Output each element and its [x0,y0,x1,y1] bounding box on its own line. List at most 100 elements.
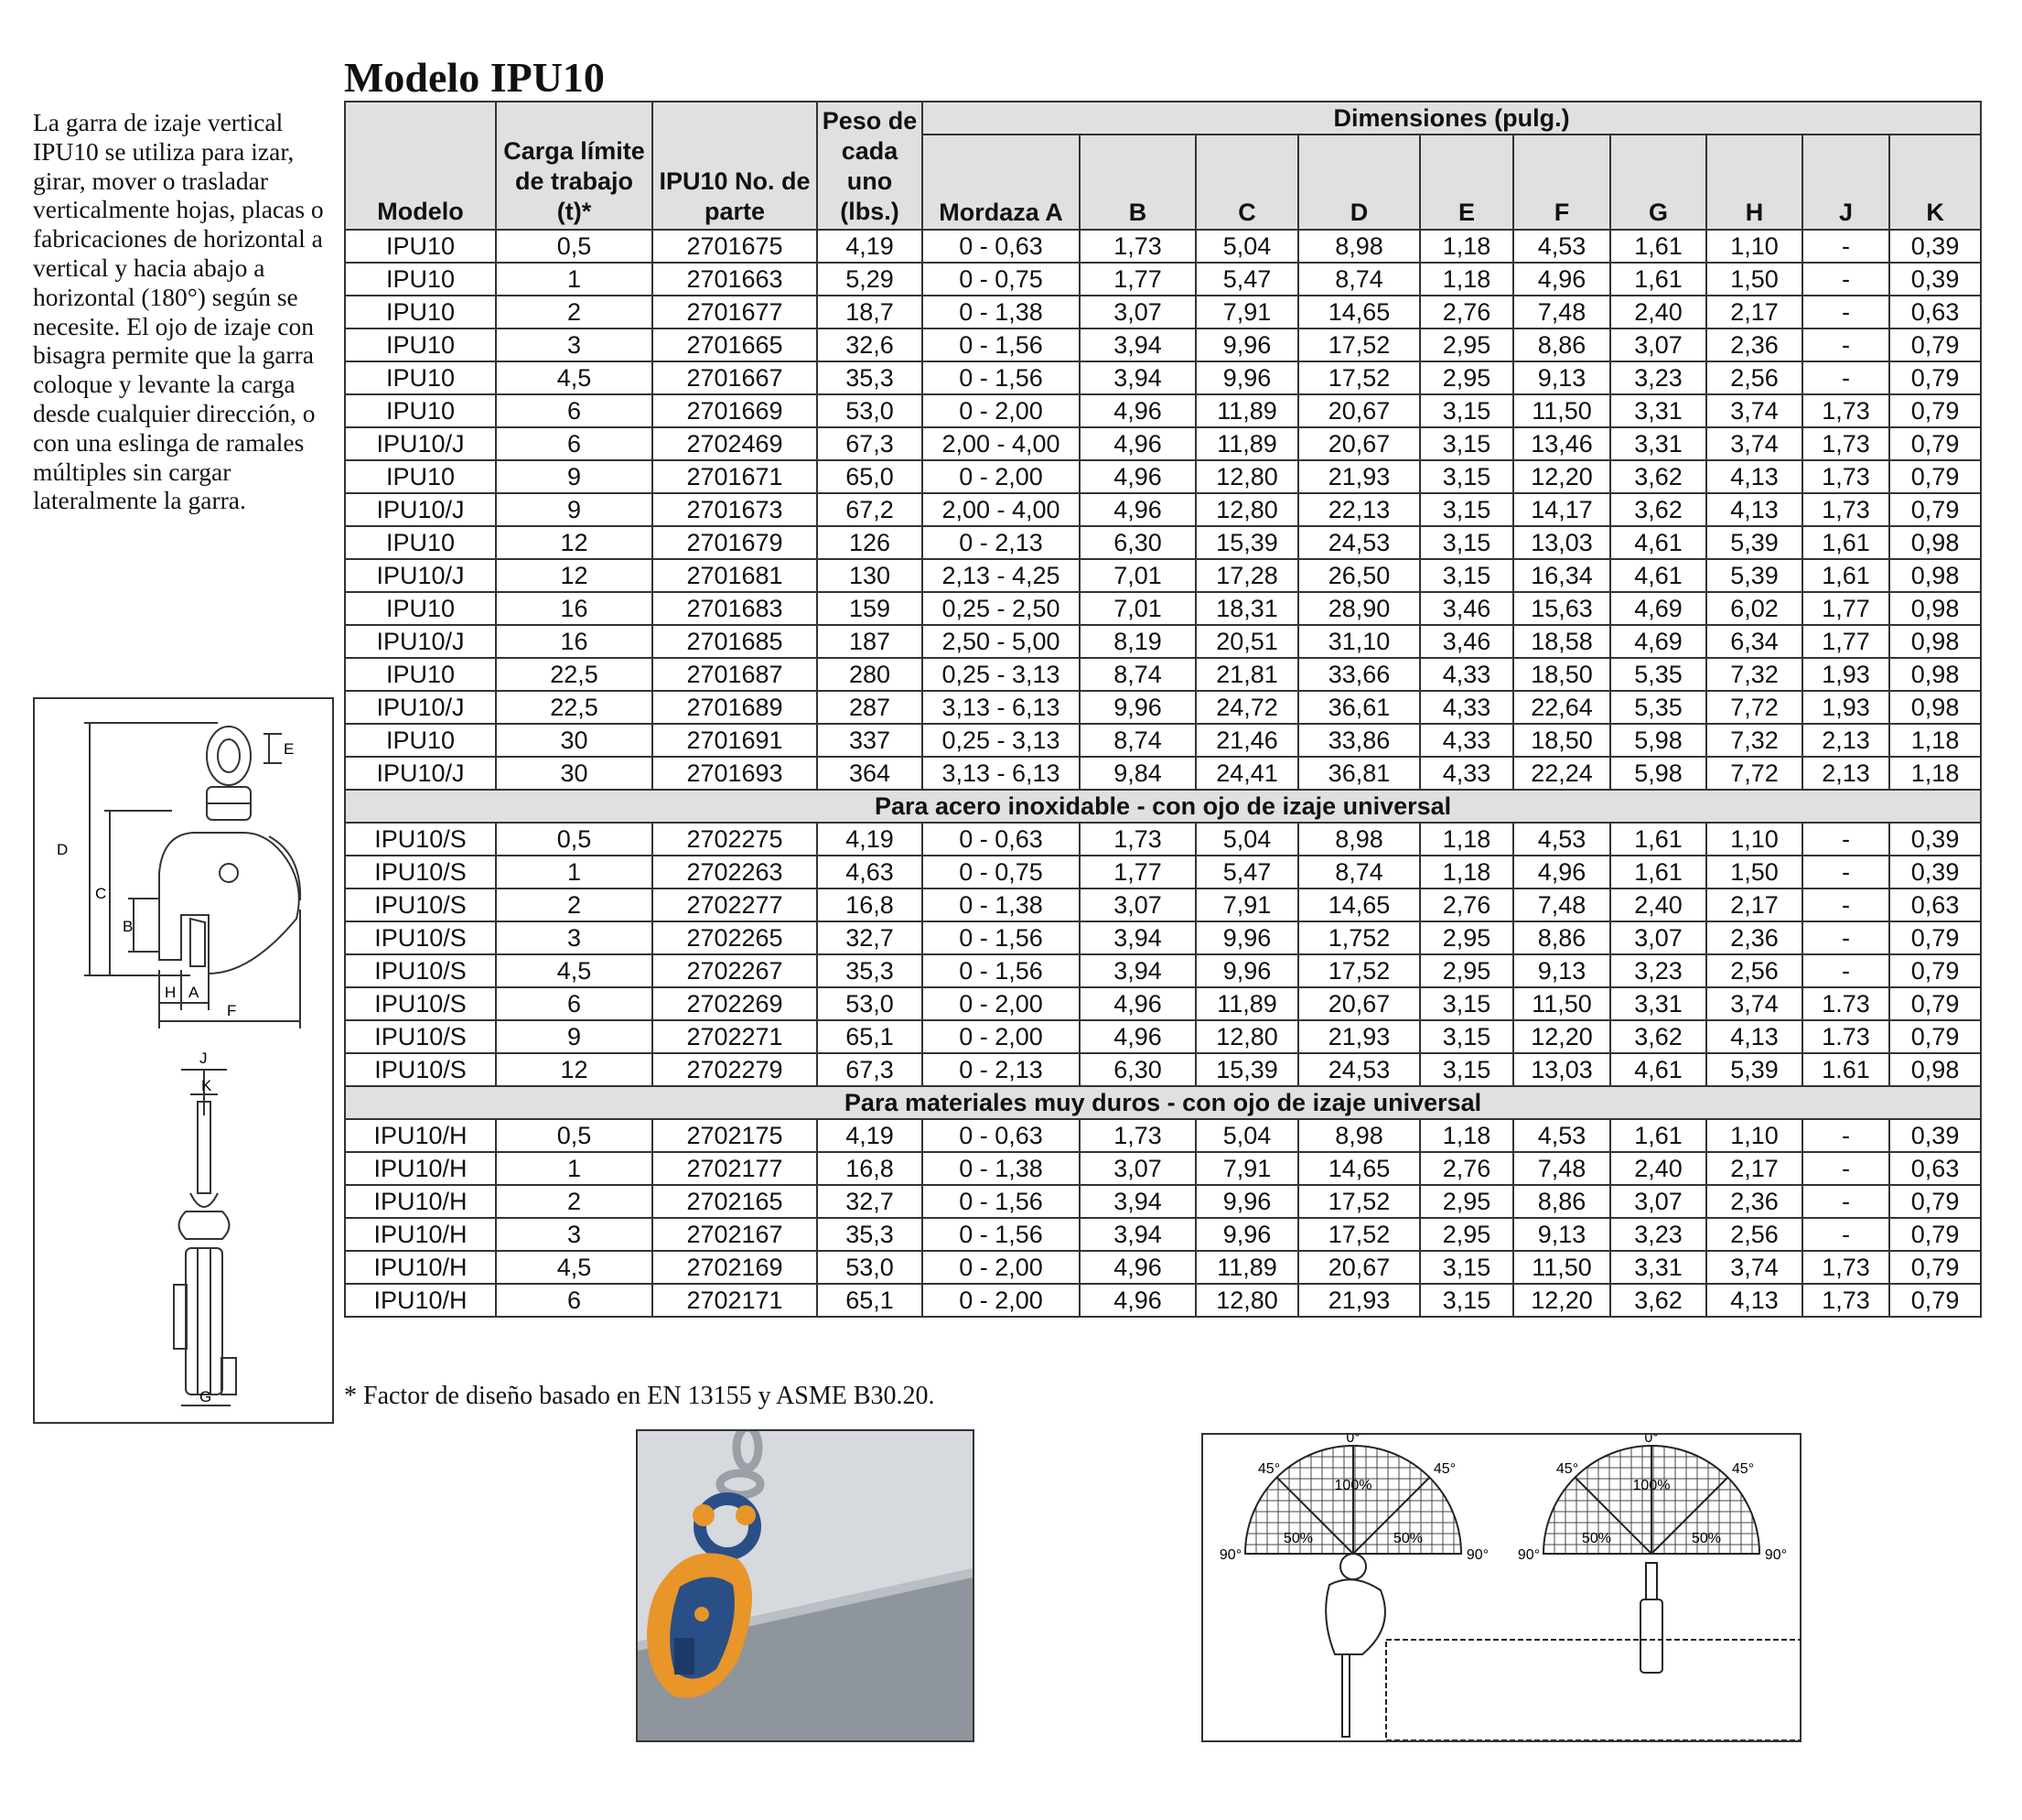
table-cell: 12,20 [1512,1283,1611,1318]
table-cell: 0,79 [1888,492,1983,527]
table-cell: 2701683 [651,591,818,626]
table-cell: 6,02 [1705,591,1803,626]
table-cell: 4,61 [1609,525,1707,560]
table-cell: IPU10 [344,229,497,264]
table-cell: 9,96 [1195,361,1299,395]
table-cell: 0,79 [1888,426,1983,461]
table-cell: 30 [495,723,653,758]
table-cell: 21,81 [1195,657,1299,692]
table-cell: 1,73 [1079,229,1197,264]
diagram-label-b: B [123,918,133,935]
section-title: Para materiales muy duros - con ojo de i… [343,1085,1983,1120]
table-cell: 2702265 [651,921,818,955]
table-cell: 2,17 [1705,295,1803,329]
table-cell: 67,2 [816,492,923,527]
table-row: IPU10 22,5 2701687 280 0,25 - 3,13 8,74 21,81 3… [344,657,1983,692]
table-cell: 12,80 [1195,459,1299,494]
table-cell: 0 - 0,63 [921,822,1081,856]
table-cell: 2 [495,295,653,329]
table-cell: 0,79 [1888,361,1983,395]
angle-label-45-left: 45° [1258,1461,1280,1477]
table-cell: 33,66 [1297,657,1421,692]
page-title: Modelo IPU10 [344,54,605,101]
table-cell: 32,7 [816,1184,923,1219]
table-cell: 2,36 [1705,921,1803,955]
table-cell: 2,40 [1609,295,1707,329]
table-cell: 21,93 [1297,459,1421,494]
specifications-table: Modelo Carga límite de trabajo (t)* IPU1… [343,101,1983,1318]
table-cell: 2702279 [651,1052,818,1087]
table-cell: - [1802,953,1890,988]
table-cell: 2,50 - 5,00 [921,624,1081,659]
table-cell: 3,07 [1079,888,1197,922]
table-cell: 3,23 [1609,361,1707,395]
table-cell: 4,96 [1079,492,1197,527]
diagram-label-k: K [201,1077,212,1094]
table-cell: 18,50 [1512,657,1611,692]
table-cell: 14,65 [1297,888,1421,922]
table-cell: 8,98 [1297,1118,1421,1153]
table-cell: 2,95 [1419,921,1514,955]
table-cell: 36,61 [1297,690,1421,725]
table-cell: 2701687 [651,657,818,692]
table-cell: 4,5 [495,1250,653,1285]
table-cell: 1,61 [1609,822,1707,856]
table-cell: - [1802,295,1890,329]
table-cell: 9,96 [1079,690,1197,725]
table-cell: 0 - 1,56 [921,921,1081,955]
table-cell: 12,80 [1195,1019,1299,1054]
table-cell: 0 - 1,38 [921,295,1081,329]
table-cell: 3,74 [1705,393,1803,428]
table-cell: 5,39 [1705,1052,1803,1087]
table-cell: 35,3 [816,361,923,395]
table-cell: 7,48 [1512,1151,1611,1186]
table-cell: 11,89 [1195,986,1299,1021]
table-cell: 2,76 [1419,888,1514,922]
table-cell: 3,07 [1609,921,1707,955]
table-cell: 65,1 [816,1283,923,1318]
table-cell: 5,39 [1705,525,1803,560]
table-cell: 3,94 [1079,921,1197,955]
table-cell: 67,3 [816,1052,923,1087]
angle-label-50pct-left: 50% [1284,1531,1313,1546]
table-cell: IPU10/H [344,1118,497,1153]
table-cell: IPU10/S [344,1019,497,1054]
table-cell: 0 - 1,38 [921,1151,1081,1186]
header-dim-j: J [1802,134,1890,231]
table-cell: 0 - 1,56 [921,361,1081,395]
table-cell: 2,95 [1419,1184,1514,1219]
table-cell: 0 - 2,00 [921,986,1081,1021]
header-dim-e: E [1419,134,1514,231]
table-cell: 2701671 [651,459,818,494]
table-cell: 3,62 [1609,1283,1707,1318]
table-cell: 0,79 [1888,921,1983,955]
table-cell: 4,63 [816,855,923,889]
table-cell: 8,74 [1297,855,1421,889]
table-cell: 15,63 [1512,591,1611,626]
table-row: IPU10/S 0,5 2702275 4,19 0 - 0,63 1,73 5,04 8,9… [344,822,1983,856]
table-cell: 4,96 [1512,855,1611,889]
table-row: IPU10/J 22,5 2701689 287 3,13 - 6,13 9,96 24,7… [344,690,1983,725]
table-cell: 16,8 [816,888,923,922]
table-cell: 7,91 [1195,888,1299,922]
table-row: IPU10/H 4,5 2702169 53,0 0 - 2,00 4,96 11,89 20… [344,1250,1983,1285]
table-cell: 1,77 [1802,624,1890,659]
table-cell: 4,19 [816,822,923,856]
table-cell: IPU10 [344,525,497,560]
diagram-label-f: F [227,1002,236,1019]
table-cell: 9,96 [1195,921,1299,955]
table-cell: 5,04 [1195,822,1299,856]
diagram-label-d: D [57,841,68,858]
table-cell: 0 - 2,13 [921,1052,1081,1087]
table-cell: 2,76 [1419,295,1514,329]
table-cell: 21,93 [1297,1019,1421,1054]
table-cell: IPU10/H [344,1283,497,1318]
table-cell: 3,94 [1079,1217,1197,1252]
table-cell: IPU10/S [344,822,497,856]
table-cell: 280 [816,657,923,692]
table-cell: 16,34 [1512,558,1611,593]
table-cell: 9,13 [1512,1217,1611,1252]
table-cell: 287 [816,690,923,725]
table-cell: 9 [495,1019,653,1054]
table-cell: 5,98 [1609,723,1707,758]
